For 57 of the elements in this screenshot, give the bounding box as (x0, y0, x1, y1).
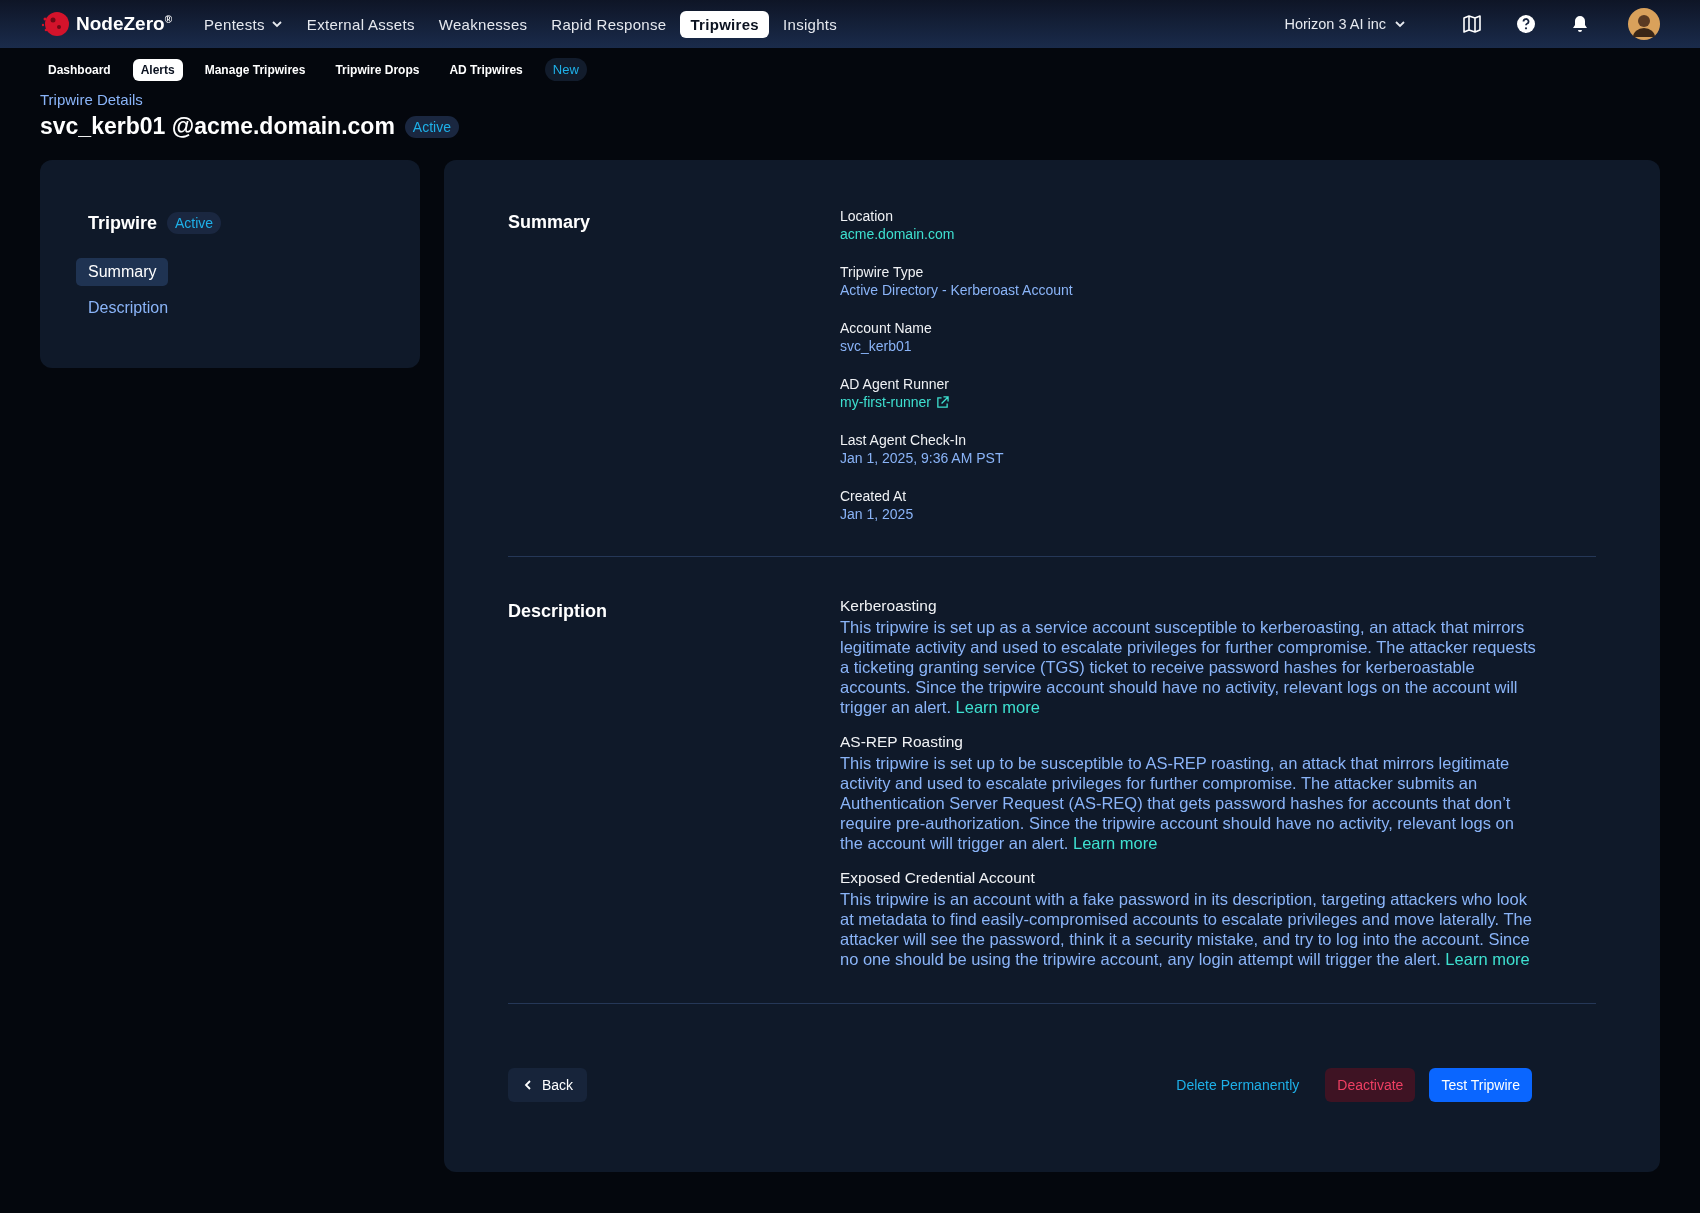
description-text: This tripwire is set up as a service account susceptible to kerberoasting, an attack that mirrors legitimate activity and used to escalate privileges for further compromise. The attacker requests a ticketing granting service (TGS) ticket to receive password hashes for kerberoastable accounts. Since the tripwire account should have no activity, relevant logs on the account will trigger an alert. Learn more (840, 617, 1537, 717)
section-heading: Description (508, 601, 609, 623)
logo-icon (40, 9, 70, 39)
breadcrumb-link[interactable]: Tripwire Details (40, 91, 143, 108)
description-title: Kerberoasting (840, 597, 938, 615)
bell-icon[interactable] (1570, 14, 1590, 34)
learn-more-link[interactable]: Learn more (955, 698, 1040, 716)
description-title: Exposed Credential Account (840, 869, 1036, 887)
field-link[interactable]: acme.domain.com (840, 226, 955, 242)
subnav-tab[interactable]: Tripwire Drops (327, 58, 428, 81)
nav-tab[interactable]: Pentests (194, 10, 293, 38)
sidebar-item[interactable]: Summary (76, 258, 169, 286)
help-icon[interactable] (1516, 14, 1536, 34)
field-link[interactable]: my-first-runner (840, 394, 931, 410)
deactivate-button[interactable]: Deactivate (1325, 1068, 1416, 1102)
brand-name[interactable]: NodeZero$^{®}$ (76, 13, 173, 35)
subnav-tab[interactable]: AD Tripwires (441, 58, 531, 81)
new-badge: New (544, 58, 587, 81)
subnav-tab[interactable]: Dashboard (40, 58, 119, 81)
delete-link[interactable]: Delete Permanently (1164, 1068, 1312, 1102)
chevron-down-icon (1394, 18, 1406, 30)
field-label: Created At (840, 488, 908, 504)
field-value: Jan 1, 2025 (840, 506, 914, 522)
avatar[interactable] (1628, 8, 1660, 40)
field-label: Location (840, 208, 894, 224)
field-label: AD Agent Runner (840, 376, 950, 392)
nav-tab[interactable]: Rapid Response (541, 10, 677, 38)
sidebar-item[interactable]: Description (76, 294, 181, 322)
nav-tab[interactable]: Tripwires (680, 10, 769, 38)
field-label: Last Agent Check-In (840, 432, 968, 448)
chevron-down-icon (270, 18, 283, 30)
subnav-tab[interactable]: Manage Tripwires (196, 58, 314, 81)
field-label: Account Name (840, 320, 933, 336)
subnav-tab[interactable]: Alerts (132, 58, 183, 81)
section-heading: Summary (508, 212, 592, 234)
map-icon[interactable] (1462, 14, 1482, 34)
field-value: Jan 1, 2025, 9:36 AM PST (840, 450, 1004, 466)
description-title: AS-REP Roasting (840, 733, 964, 751)
field-value: svc_kerb01 (840, 338, 912, 354)
external-link-icon[interactable] (936, 395, 949, 409)
organization-selector[interactable]: Horizon 3 AI inc (1278, 15, 1412, 33)
status-badge: Active (167, 212, 222, 234)
field-label: Tripwire Type (840, 264, 925, 280)
nav-tab[interactable]: External Assets (296, 10, 425, 38)
back-button[interactable]: Back (508, 1068, 588, 1102)
learn-more-link[interactable]: Learn more (1072, 834, 1158, 852)
description-text: This tripwire is an account with a fake password in its description, targeting attackers who look at metadata to find easily-compromised accounts to escalate privileges and move laterally. The attacker will see the password, think it a security mistake, and try to log into the account. Since no one should be using the tripwire account, any login attempt will trigger the alert. Learn more (840, 889, 1533, 969)
field-value: Active Directory - Kerberoast Account (840, 282, 1073, 298)
status-badge: Active (404, 115, 459, 138)
chevron-left-icon (522, 1079, 534, 1091)
learn-more-link[interactable]: Learn more (1445, 950, 1530, 968)
nav-tab[interactable]: Weaknesses (428, 10, 538, 38)
nav-tab[interactable]: Insights (773, 10, 848, 38)
test-button[interactable]: Test Tripwire (1429, 1068, 1532, 1102)
description-text: This tripwire is set up to be susceptible to AS-REP roasting, an attack that mirrors legitimate activity and used to escalate privileges for further compromise. The attacker submits an Authentication Server Request (AS-REQ) that gets password hashes for accounts that don’t require pre-authorization. Since the tripwire account should have no activity, relevant logs on the account will trigger an alert. Learn more (840, 753, 1515, 853)
page-title: svc_kerb01 @acme.domain.com (40, 113, 395, 140)
sidebar-title: Tripwire (88, 212, 158, 234)
